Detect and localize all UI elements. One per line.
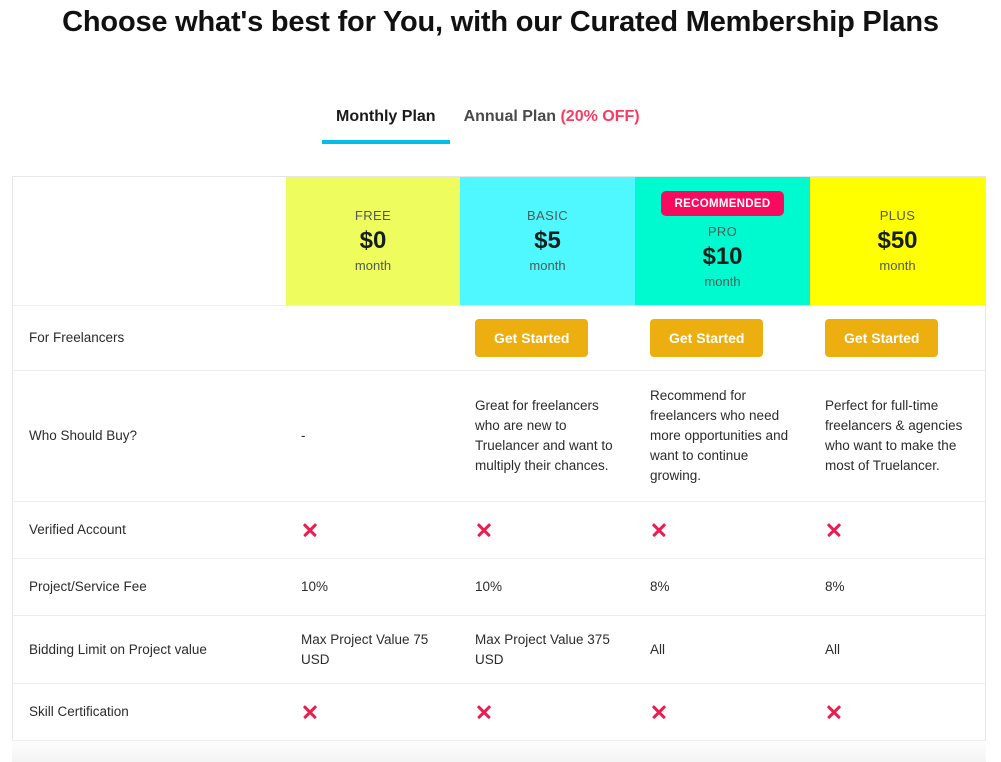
table-row-bidding-limit: Bidding Limit on Project value Max Proje… xyxy=(13,616,985,684)
recommended-badge: RECOMMENDED xyxy=(660,190,785,216)
bidding-limit-plus: All xyxy=(825,641,841,657)
row-label-for-freelancers: For Freelancers xyxy=(29,330,125,345)
verified-account-basic xyxy=(460,502,635,558)
who-should-buy-free: - xyxy=(286,371,460,501)
who-should-buy-basic: Great for freelancers who are new to Tru… xyxy=(460,371,635,501)
cross-icon xyxy=(475,704,492,721)
verified-account-pro xyxy=(635,502,810,558)
plan-price-free: $0 xyxy=(359,227,387,254)
who-should-buy-plus-text: Perfect for full-time freelancers & agen… xyxy=(825,398,963,473)
tab-annual-plan[interactable]: Annual Plan (20% OFF) xyxy=(450,106,654,144)
skill-certification-pro xyxy=(635,684,810,740)
table-row-who-should-buy: Who Should Buy? - Great for freelancers … xyxy=(13,371,985,502)
pricing-comparison-table: FREE $0 month BASIC $5 month RECOMMENDED… xyxy=(12,176,986,741)
plan-name-pro: PRO xyxy=(707,223,738,239)
plan-name-plus: PLUS xyxy=(879,208,916,223)
project-service-fee-pro: 8% xyxy=(650,579,670,594)
skill-certification-basic xyxy=(460,684,635,740)
row-label-bidding-limit: Bidding Limit on Project value xyxy=(29,641,207,657)
plan-header-blank-cell xyxy=(13,177,286,305)
cta-cell-free xyxy=(286,306,460,370)
tab-annual-plan-label: Annual Plan xyxy=(463,108,557,125)
plan-name-basic: BASIC xyxy=(526,208,568,223)
cross-icon xyxy=(301,522,318,539)
row-label-skill-certification: Skill Certification xyxy=(29,704,129,719)
table-row-verified-account: Verified Account xyxy=(13,502,985,559)
bidding-limit-free: Max Project Value 75 USD xyxy=(301,631,429,667)
plan-price-plus: $50 xyxy=(877,227,918,254)
get-started-button-plus[interactable]: Get Started xyxy=(825,319,939,357)
verified-account-plus xyxy=(810,502,985,558)
table-row-for-freelancers: For Freelancers Get Started Get Started … xyxy=(13,306,985,371)
get-started-button-basic[interactable]: Get Started xyxy=(475,319,589,357)
billing-period-tabs: Monthly Plan Annual Plan (20% OFF) xyxy=(322,106,654,144)
table-row-skill-certification: Skill Certification xyxy=(13,684,985,741)
get-started-button-pro[interactable]: Get Started xyxy=(650,319,764,357)
plan-price-pro: $10 xyxy=(702,242,743,270)
skill-certification-free xyxy=(286,684,460,740)
cross-icon xyxy=(475,522,492,539)
plan-card-plus[interactable]: PLUS $50 month xyxy=(810,177,985,305)
plan-period-pro: month xyxy=(704,273,741,289)
plan-card-basic[interactable]: BASIC $5 month xyxy=(460,177,635,305)
tab-monthly-plan[interactable]: Monthly Plan xyxy=(322,106,450,144)
cta-cell-basic: Get Started xyxy=(460,306,635,370)
plan-price-basic: $5 xyxy=(534,227,561,254)
cross-icon xyxy=(650,522,667,539)
row-label-who-should-buy: Who Should Buy? xyxy=(29,428,138,443)
cross-icon xyxy=(825,704,842,721)
verified-account-free xyxy=(286,502,460,558)
page-title: Choose what's best for You, with our Cur… xyxy=(62,6,939,38)
plan-period-basic: month xyxy=(529,258,566,273)
bidding-limit-pro: All xyxy=(650,641,666,657)
project-service-fee-plus: 8% xyxy=(825,579,845,594)
cta-cell-pro: Get Started xyxy=(635,306,810,370)
cross-icon xyxy=(650,704,667,721)
plan-period-plus: month xyxy=(879,258,916,273)
cta-cell-plus: Get Started xyxy=(810,306,985,370)
project-service-fee-free: 10% xyxy=(301,579,329,594)
who-should-buy-pro-text: Recommend for freelancers who need more … xyxy=(650,388,789,483)
tab-annual-discount-badge: (20% OFF) xyxy=(560,108,640,125)
who-should-buy-plus: Perfect for full-time freelancers & agen… xyxy=(810,371,985,501)
tab-monthly-plan-label: Monthly Plan xyxy=(336,108,436,125)
table-row-project-service-fee: Project/Service Fee 10% 10% 8% 8% xyxy=(13,559,985,616)
who-should-buy-basic-text: Great for freelancers who are new to Tru… xyxy=(475,398,613,473)
row-label-verified-account: Verified Account xyxy=(29,522,126,537)
project-service-fee-basic: 10% xyxy=(475,579,503,594)
cross-icon xyxy=(825,522,842,539)
who-should-buy-pro: Recommend for freelancers who need more … xyxy=(635,371,810,501)
who-should-buy-free-text: - xyxy=(301,428,306,443)
bidding-limit-basic: Max Project Value 375 USD xyxy=(475,631,610,667)
plan-period-free: month xyxy=(354,258,392,273)
table-row-plan-headers: FREE $0 month BASIC $5 month RECOMMENDED… xyxy=(13,177,985,306)
plan-card-free[interactable]: FREE $0 month xyxy=(286,177,460,305)
row-label-project-service-fee: Project/Service Fee xyxy=(29,579,147,594)
pricing-page: Choose what's best for You, with our Cur… xyxy=(0,0,1001,762)
plan-name-free: FREE xyxy=(354,208,392,223)
skill-certification-plus xyxy=(810,684,985,740)
plan-card-pro[interactable]: RECOMMENDED PRO $10 month xyxy=(635,177,810,305)
cross-icon xyxy=(301,704,318,721)
